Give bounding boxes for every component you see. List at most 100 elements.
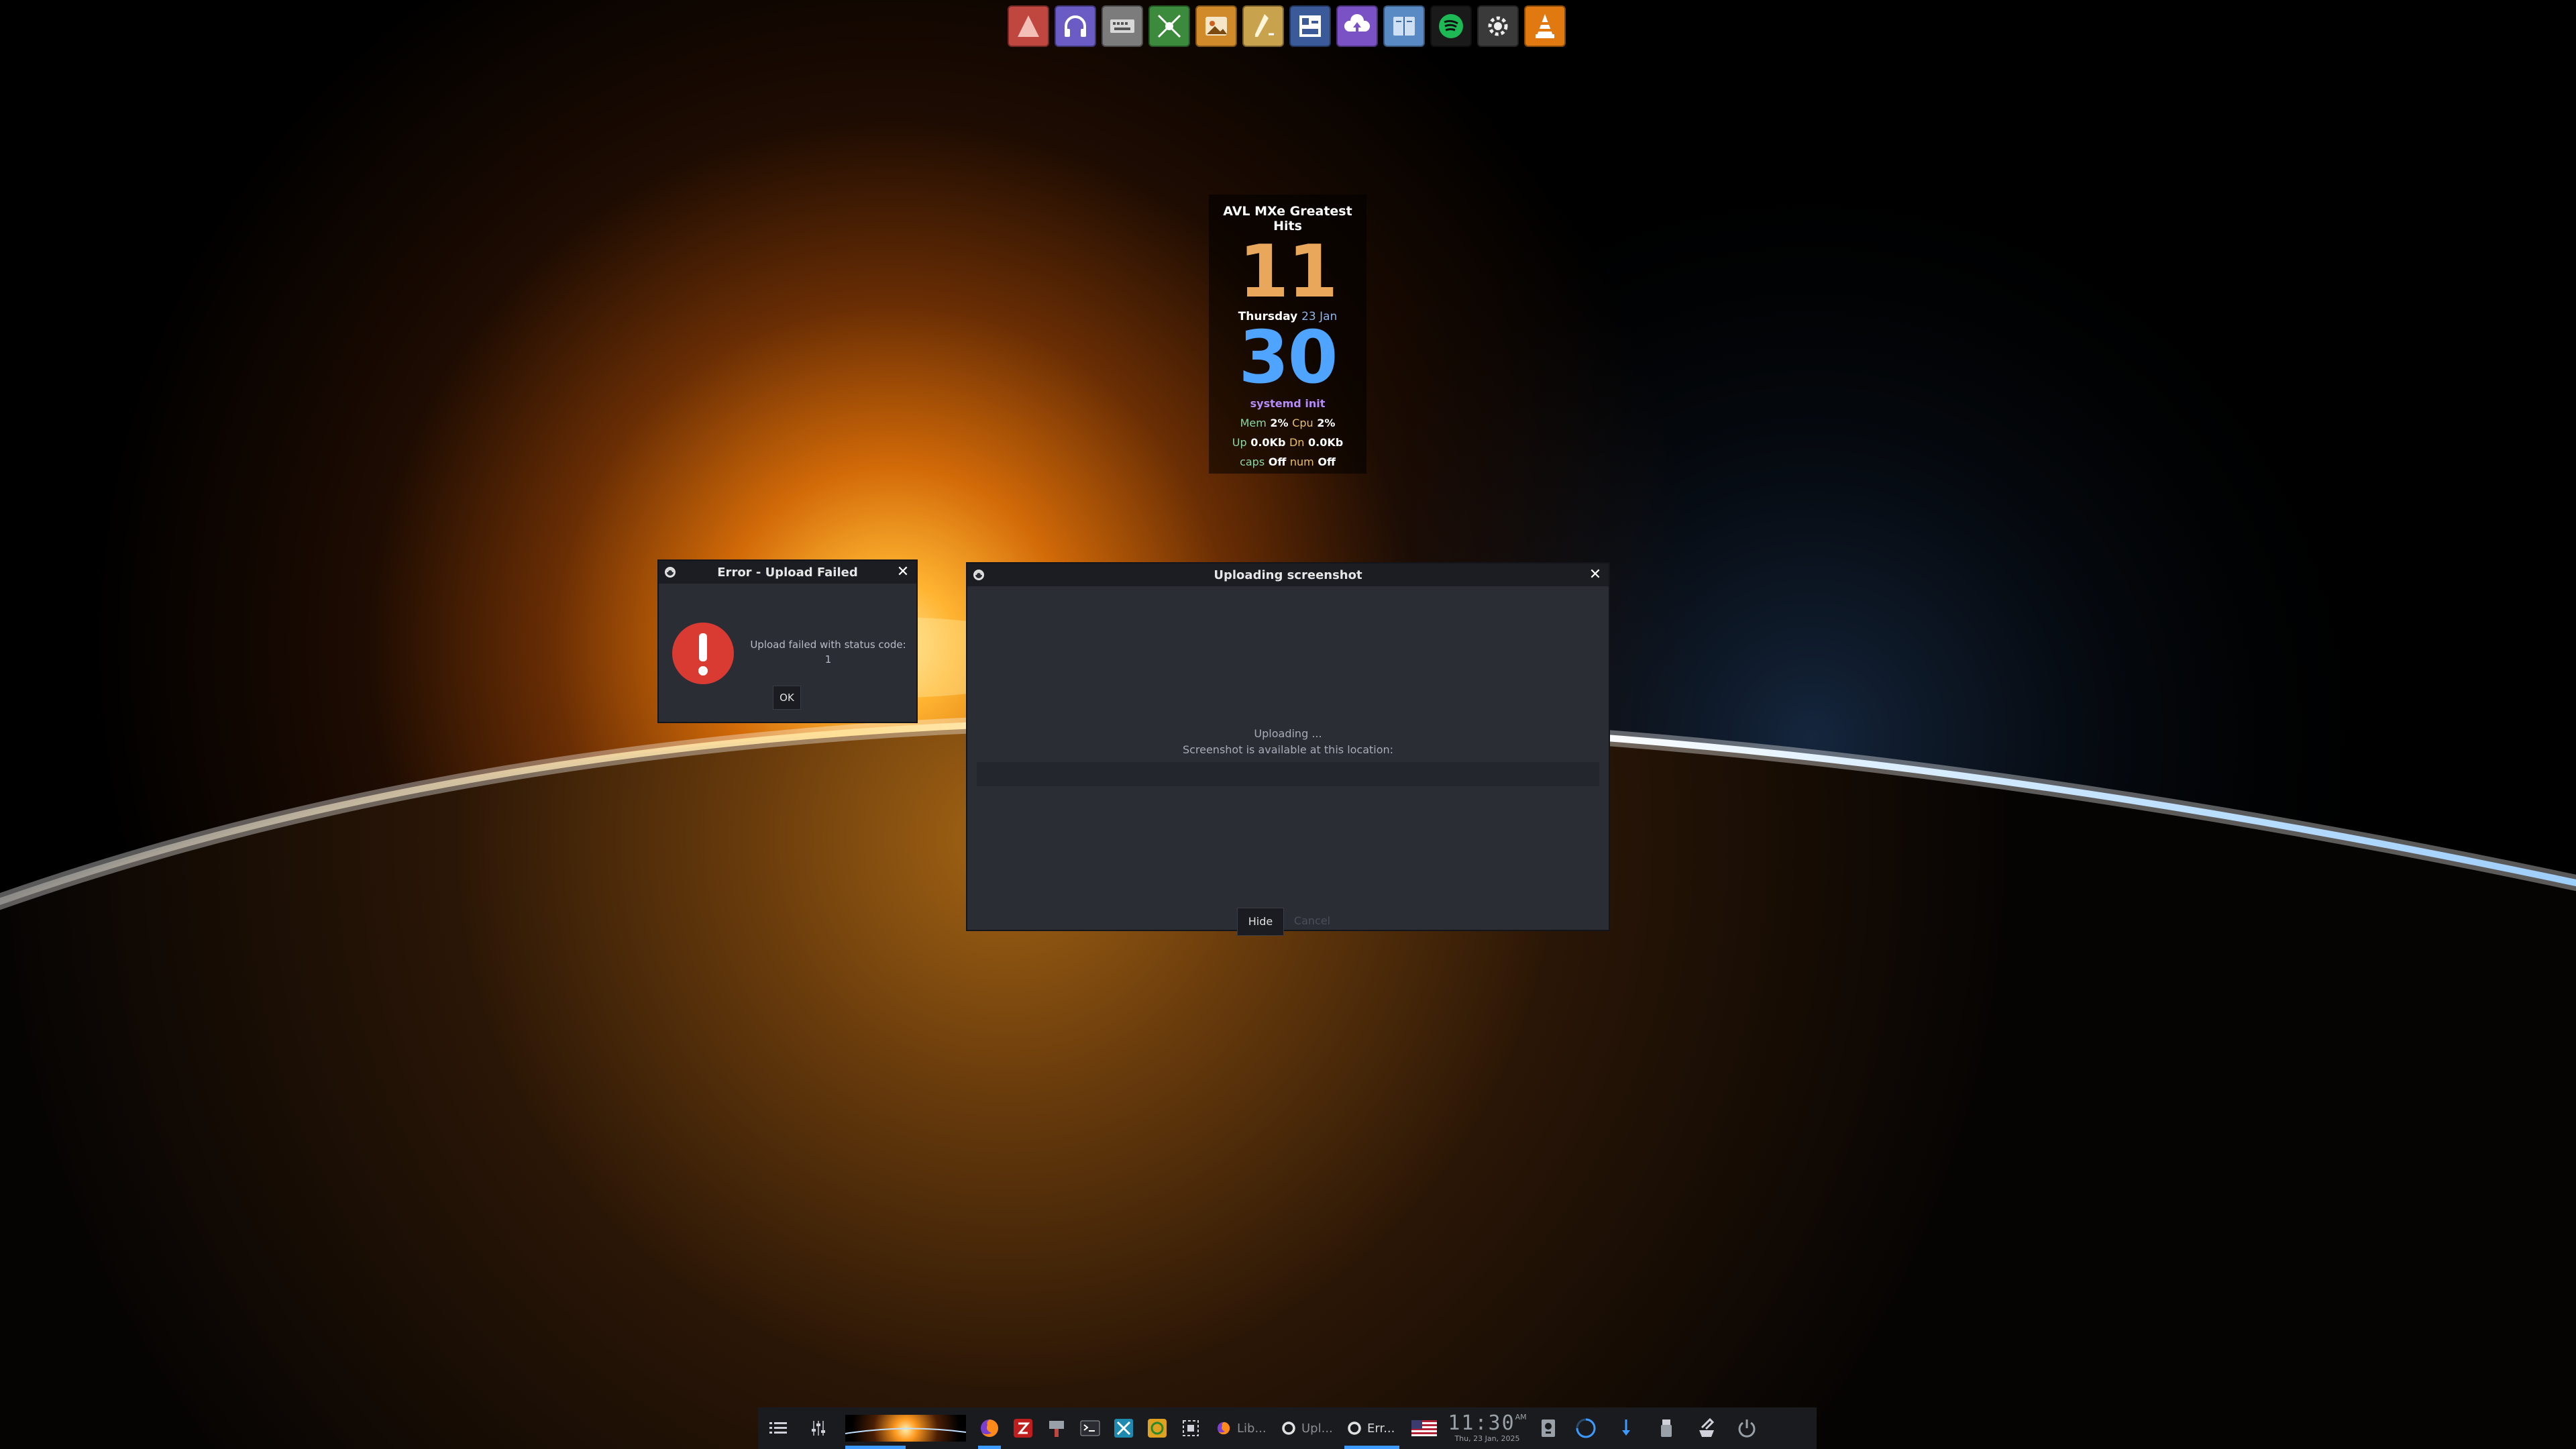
error-dialog-titlebar[interactable]: Error - Upload Failed ✕ (659, 561, 916, 584)
conky-widget: AVL MXe Greatest Hits 11 Thursday 23 Jan… (1209, 195, 1366, 474)
task-label: Err... (1367, 1421, 1395, 1436)
app-menu-button[interactable] (758, 1407, 798, 1449)
network-spinner-icon (1576, 1418, 1596, 1438)
conky-dn-value: 0.0Kb (1308, 436, 1344, 449)
vlc-icon[interactable] (1524, 5, 1566, 47)
settings-sliders-button[interactable] (798, 1407, 839, 1449)
broom-icon (1699, 1417, 1715, 1437)
screenshot-app-small-icon (1348, 1421, 1361, 1435)
desktop: AVL MXe Greatest Hits 11 Thursday 23 Jan… (0, 0, 2576, 1449)
usb-tray-button[interactable] (1646, 1407, 1686, 1449)
conky-mem-cpu-row: Mem 2% Cpu 2% (1209, 417, 1366, 429)
conky-caps-value: Off (1268, 455, 1287, 468)
hide-button[interactable]: Hide (1237, 908, 1284, 936)
conky-num-label: num (1289, 455, 1314, 468)
conky-dn-label: Dn (1289, 436, 1305, 449)
headphones-app-icon[interactable] (1055, 5, 1096, 47)
package-installer-launcher[interactable] (1040, 1407, 1073, 1449)
upload-dialog-titlebar[interactable]: Uploading screenshot ✕ (967, 564, 1609, 586)
power-button[interactable] (1727, 1407, 1767, 1449)
us-flag-icon (1411, 1420, 1437, 1436)
upload-dialog-close-icon[interactable]: ✕ (1587, 567, 1603, 583)
clipboard-icon (1542, 1419, 1555, 1437)
workspace-thumbnail-icon (845, 1415, 966, 1442)
conky-title: AVL MXe Greatest Hits (1223, 204, 1352, 233)
cancel-button: Cancel (1293, 914, 1331, 927)
screenshot-app-icon (665, 567, 676, 578)
workspace-pager-button[interactable] (839, 1407, 973, 1449)
upload-dialog-body: Uploading ... Screenshot is available at… (967, 586, 1609, 936)
upload-status-line2: Screenshot is available at this location… (1182, 743, 1394, 756)
list-menu-icon (769, 1422, 787, 1434)
updates-tray-button[interactable] (1606, 1407, 1646, 1449)
usb-drive-icon (1661, 1419, 1672, 1437)
keyboard-app-icon[interactable] (1102, 5, 1143, 47)
conky-num-value: Off (1318, 455, 1336, 468)
clock-ampm: AM (1515, 1413, 1527, 1421)
screenshot-tool-icon (1183, 1420, 1199, 1436)
clock-time: 11:30 (1448, 1411, 1515, 1435)
firefox-running-indicator (978, 1446, 1001, 1449)
filezilla-launcher[interactable] (1006, 1407, 1040, 1449)
conky-cpu-label: Cpu (1292, 417, 1313, 429)
upload-dialog: Uploading screenshot ✕ Uploading ... Scr… (966, 562, 1610, 936)
screenshot-url-field[interactable] (977, 762, 1599, 786)
network-tray-button[interactable] (1566, 1407, 1606, 1449)
task-button-libreoffice[interactable]: Lib... (1208, 1407, 1273, 1449)
book-reader-icon[interactable] (1383, 5, 1425, 47)
terminal-keyboard-icon[interactable] (1289, 5, 1331, 47)
image-viewer-icon[interactable] (1195, 5, 1237, 47)
pen-tool-icon[interactable] (1242, 5, 1284, 47)
firefox-icon (981, 1419, 998, 1437)
error-dialog-close-icon[interactable]: ✕ (895, 564, 911, 580)
task-button-error[interactable]: Err... (1339, 1407, 1405, 1449)
screenshot-launcher[interactable] (1174, 1407, 1208, 1449)
mx-tools-icon (1114, 1419, 1133, 1438)
arc-launcher-icon[interactable] (1008, 5, 1049, 47)
mx-tools-launcher[interactable] (1107, 1407, 1140, 1449)
task-label: Lib... (1237, 1421, 1267, 1436)
uploader-cloud-icon[interactable] (1336, 5, 1378, 47)
conky-locks-row: caps Off num Off (1209, 455, 1366, 468)
conky-up-value: 0.0Kb (1250, 436, 1286, 449)
updater-launcher[interactable] (1140, 1407, 1174, 1449)
upload-dialog-title: Uploading screenshot (1214, 568, 1362, 582)
screenshot-app-icon (973, 570, 984, 580)
conky-mem-label: Mem (1240, 417, 1267, 429)
panel-clock[interactable]: 11:30AM Thu, 23 Jan, 2025 (1444, 1407, 1531, 1449)
top-launcher-dock (1008, 5, 1566, 47)
network-tool-icon[interactable] (1148, 5, 1190, 47)
error-dialog-title: Error - Upload Failed (717, 565, 858, 580)
sliders-icon (812, 1421, 825, 1436)
power-icon (1738, 1419, 1756, 1438)
task-active-indicator (1344, 1446, 1399, 1449)
conky-mem-value: 2% (1270, 417, 1289, 429)
firefox-small-icon (1217, 1421, 1230, 1435)
bottom-panel: Lib... Upl... Err... 11:30AM Thu, 23 Jan… (758, 1407, 1817, 1449)
package-installer-icon (1049, 1421, 1064, 1437)
workspace-active-indicator (845, 1446, 906, 1449)
conky-up-label: Up (1232, 436, 1247, 449)
keyboard-layout-button[interactable] (1405, 1407, 1444, 1449)
conky-caps-label: caps (1240, 455, 1265, 468)
terminal-icon (1080, 1420, 1100, 1436)
clock-time-row: 11:30AM (1448, 1413, 1526, 1434)
filezilla-icon (1014, 1419, 1032, 1438)
terminal-launcher[interactable] (1073, 1407, 1107, 1449)
screenshot-app-small-icon (1282, 1421, 1295, 1435)
ok-button[interactable]: OK (773, 686, 801, 710)
spotify-icon[interactable] (1430, 5, 1472, 47)
firefox-launcher[interactable] (973, 1407, 1006, 1449)
updater-icon (1148, 1419, 1167, 1438)
error-alert-icon (672, 623, 734, 684)
conky-hour: 11 (1238, 230, 1338, 314)
clipboard-tray-button[interactable] (1531, 1407, 1566, 1449)
clean-up-tray-button[interactable] (1686, 1407, 1727, 1449)
task-button-upload[interactable]: Upl... (1273, 1407, 1339, 1449)
clock-date: Thu, 23 Jan, 2025 (1454, 1434, 1520, 1443)
upload-status: Uploading ... Screenshot is available at… (967, 726, 1609, 758)
conky-net-row: Up 0.0Kb Dn 0.0Kb (1209, 436, 1366, 449)
settings-gear-icon[interactable] (1477, 5, 1519, 47)
conky-minute: 30 (1238, 316, 1338, 400)
error-dialog: Error - Upload Failed ✕ Upload failed wi… (657, 559, 918, 723)
